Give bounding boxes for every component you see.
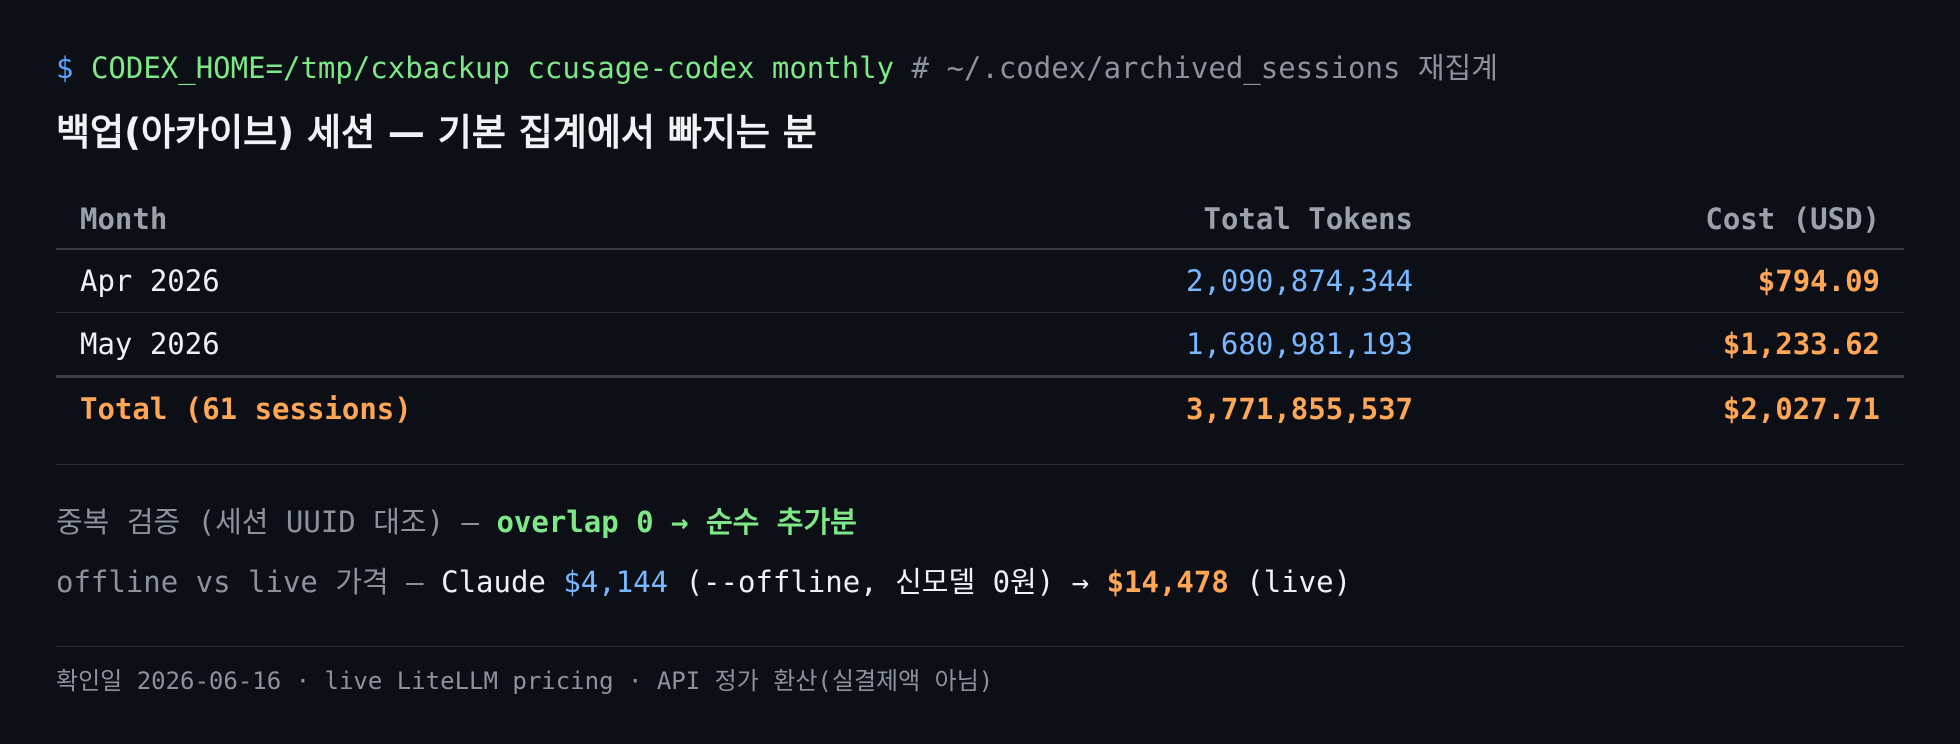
command-line: $ CODEX_HOME=/tmp/cxbackup ccusage-codex… xyxy=(56,48,1498,88)
offline-value: $4,144 xyxy=(563,565,669,599)
section-title: 백업(아카이브) 세션 — 기본 집계에서 빠지는 분 xyxy=(56,111,817,154)
header-total-tokens: Total Tokens xyxy=(1203,202,1413,236)
footer-divider xyxy=(56,646,1904,647)
total-cost: $2,027.71 xyxy=(1722,392,1880,426)
live-note: (live) xyxy=(1246,565,1352,599)
dedupe-note: 중복 검증 (세션 UUID 대조) — overlap 0 → 순수 추가분 xyxy=(56,502,857,542)
row-cost: $794.09 xyxy=(1757,264,1880,298)
section-divider xyxy=(56,464,1904,465)
table-row: May 2026 1,680,981,193 $1,233.62 xyxy=(56,313,1904,378)
table-row: Apr 2026 2,090,874,344 $794.09 xyxy=(56,250,1904,313)
claude-label: Claude xyxy=(441,565,546,599)
usage-table: Month Total Tokens Cost (USD) Apr 2026 2… xyxy=(56,190,1904,440)
offline-note: (--offline, 신모델 0원) → xyxy=(685,565,1090,599)
shell-prompt: $ xyxy=(56,51,74,85)
footer-note: 확인일 2026-06-16 · live LiteLLM pricing · … xyxy=(56,667,994,695)
command-text: CODEX_HOME=/tmp/cxbackup ccusage-codex m… xyxy=(90,51,895,85)
row-month: Apr 2026 xyxy=(80,264,220,298)
command-comment: # ~/.codex/archived_sessions 재집계 xyxy=(911,51,1498,85)
dedupe-label: 중복 검증 (세션 UUID 대조) — xyxy=(56,505,479,539)
total-tokens: 3,771,855,537 xyxy=(1186,392,1413,426)
pricing-note: offline vs live 가격 — Claude $4,144 (--of… xyxy=(56,562,1351,602)
row-cost: $1,233.62 xyxy=(1722,327,1880,361)
total-label: Total (61 sessions) xyxy=(80,392,412,426)
row-month: May 2026 xyxy=(80,327,220,361)
header-month: Month xyxy=(80,202,168,236)
table-total-row: Total (61 sessions) 3,771,855,537 $2,027… xyxy=(56,378,1904,440)
row-tokens: 1,680,981,193 xyxy=(1186,327,1413,361)
row-tokens: 2,090,874,344 xyxy=(1186,264,1413,298)
header-cost: Cost (USD) xyxy=(1705,202,1880,236)
pricing-label: offline vs live 가격 — xyxy=(56,565,424,599)
live-value: $14,478 xyxy=(1106,565,1229,599)
dedupe-result: overlap 0 → 순수 추가분 xyxy=(496,505,857,539)
table-header-row: Month Total Tokens Cost (USD) xyxy=(56,190,1904,250)
